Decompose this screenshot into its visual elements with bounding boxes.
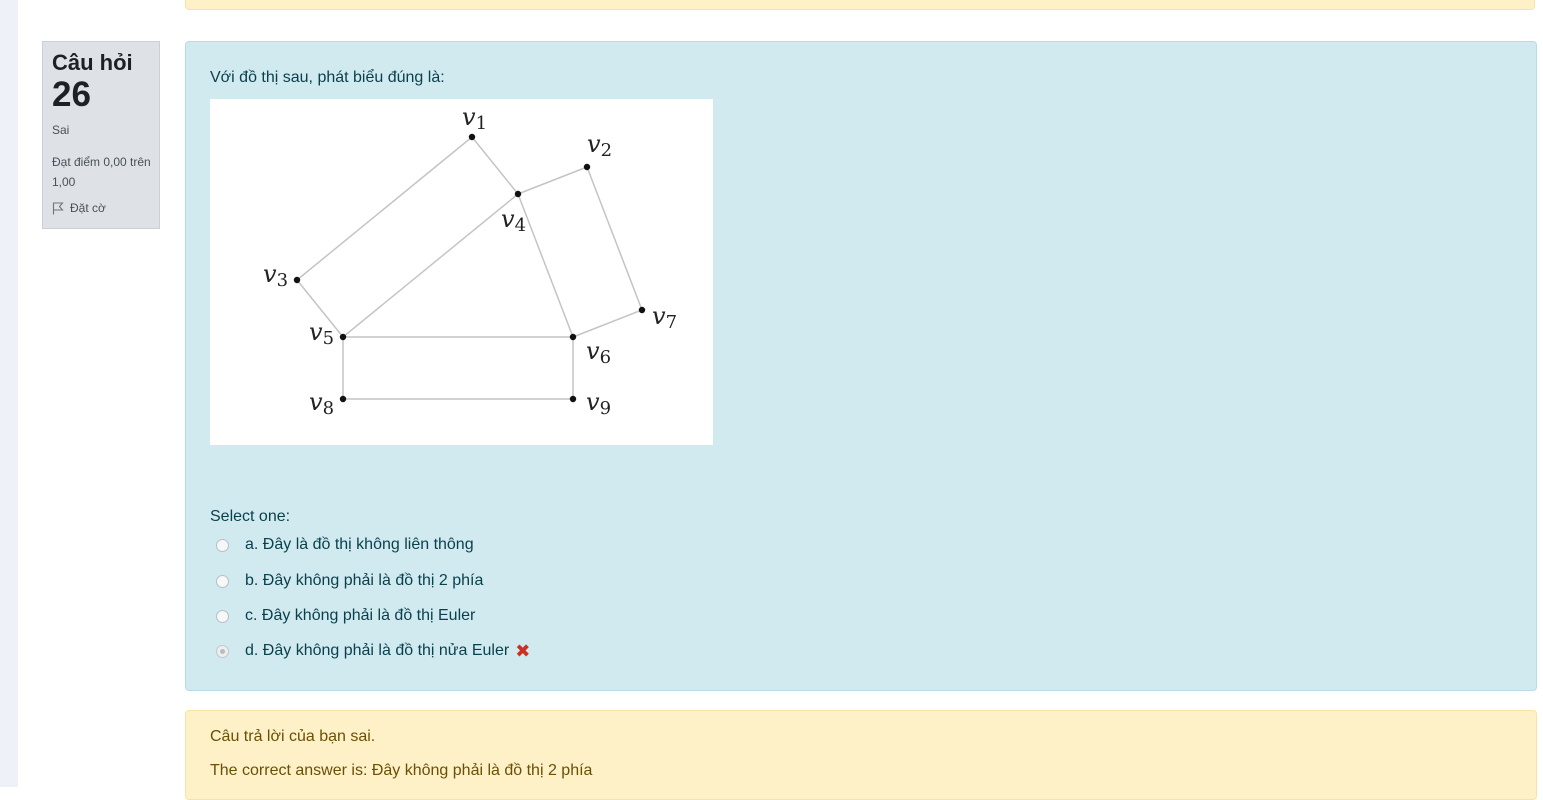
graph-label-v6: v6: [586, 337, 611, 368]
graph-label-v7: v7: [652, 302, 677, 333]
graph-vertex-v9: [569, 395, 577, 403]
option-d-radio[interactable]: [216, 644, 229, 658]
graph-vertex-v2: [583, 163, 591, 171]
flag-label: Đặt cờ: [70, 201, 106, 215]
graph-label-v8: v8: [309, 388, 334, 419]
flag-question-button[interactable]: Đặt cờ: [52, 201, 106, 215]
question-state: Sai: [52, 123, 70, 137]
flag-icon: [52, 201, 64, 214]
graph-label-v1: v1: [462, 103, 487, 134]
option-a-label: a. Đây là đồ thị không liên thông: [245, 536, 474, 553]
option-d-label: d. Đây không phải là đồ thị nửa Euler: [245, 642, 510, 659]
graph-edge-v4-v5: [342, 193, 519, 338]
question-label: Câu hỏi: [52, 50, 133, 75]
graph-vertex-v5: [339, 333, 347, 341]
question-grade: Đạt điểm 0,00 trên 1,00: [52, 155, 151, 189]
question-text: Với đồ thị sau, phát biểu đúng là:: [210, 69, 445, 86]
question-number: 26: [52, 75, 91, 114]
graph-label-v2: v2: [587, 130, 612, 161]
left-edge-panel: [0, 0, 18, 787]
option-a-radio[interactable]: [216, 538, 229, 552]
graph-edge-v4-v2: [517, 166, 588, 195]
select-one-prompt: Select one:: [210, 508, 291, 525]
previous-feedback-box: [185, 0, 1535, 10]
graph-vertex-v3: [293, 276, 301, 284]
option-b-radio[interactable]: [216, 574, 229, 588]
option-c-label: c. Đây không phải là đồ thị Euler: [245, 607, 476, 624]
option-a[interactable]: a. Đây là đồ thị không liên thông: [216, 536, 474, 554]
question-content-box: Với đồ thị sau, phát biểu đúng là: v1 v2 v…: [185, 41, 1537, 691]
question-info-panel: Câu hỏi 26 Sai Đạt điểm 0,00 trên 1,00 Đ…: [42, 41, 160, 229]
graph-vertex-v1: [468, 133, 476, 141]
incorrect-icon: ✖: [515, 641, 531, 661]
feedback-correct-answer: The correct answer is: Đây không phải là…: [210, 762, 593, 779]
graph-vertex-v7: [638, 306, 646, 314]
option-c[interactable]: c. Đây không phải là đồ thị Euler: [216, 607, 475, 625]
option-b[interactable]: b. Đây không phải là đồ thị 2 phía: [216, 572, 483, 590]
option-b-label: b. Đây không phải là đồ thị 2 phía: [245, 572, 484, 589]
graph-edge-v1-v4: [471, 136, 519, 195]
graph-svg: v1 v2 v3 v4 v5 v6 v7 v8 v9: [263, 103, 677, 419]
graph-label-v9: v9: [586, 388, 611, 419]
option-d[interactable]: d. Đây không phải là đồ thị nửa Euler ✖: [216, 642, 530, 660]
graph-edge-v2-v7: [586, 166, 643, 311]
feedback-result: Câu trả lời của bạn sai.: [210, 728, 376, 745]
graph-edge-v1-v3: [296, 136, 473, 281]
graph-vertex-v6: [569, 333, 577, 341]
graph-vertex-v4: [514, 190, 522, 198]
graph-vertex-v8: [339, 395, 347, 403]
graph-label-v3: v3: [263, 260, 288, 291]
option-c-radio[interactable]: [216, 609, 229, 623]
graph-figure: v1 v2 v3 v4 v5 v6 v7 v8 v9: [210, 99, 713, 445]
graph-edge-v4-v6: [517, 193, 574, 338]
graph-label-v4: v4: [501, 205, 526, 236]
graph-label-v5: v5: [309, 318, 334, 349]
graph-edge-v6-v7: [572, 309, 643, 338]
